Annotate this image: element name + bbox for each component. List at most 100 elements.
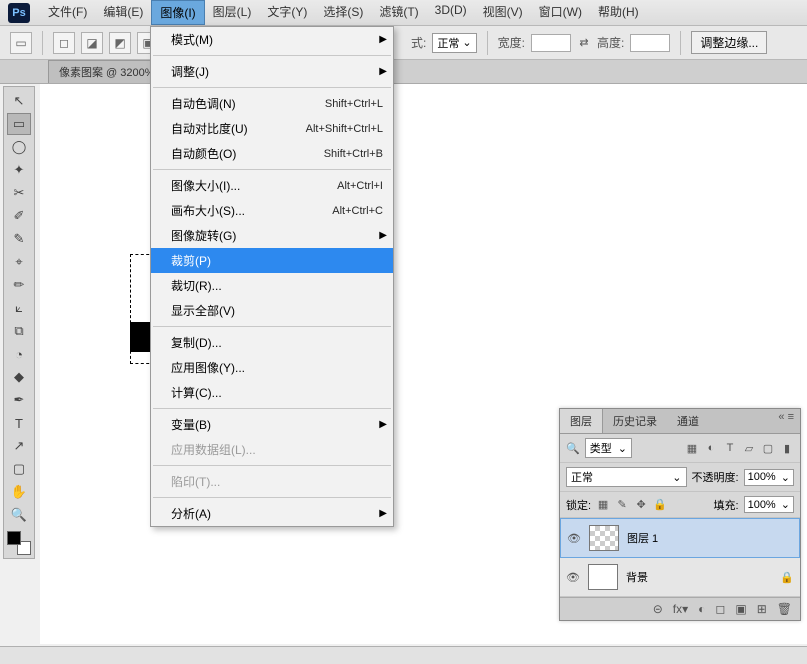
- submenu-arrow-icon: ▶: [379, 34, 387, 45]
- width-input[interactable]: [531, 34, 571, 52]
- color-swatches[interactable]: [7, 531, 31, 555]
- tool-2[interactable]: ◯: [7, 136, 31, 158]
- menu-item-复制[interactable]: 复制(D)...: [151, 330, 393, 355]
- menu-item-画布大小[interactable]: 画布大小(S)...Alt+Ctrl+C: [151, 198, 393, 223]
- tool-16[interactable]: ▢: [7, 458, 31, 480]
- blend-mode-select[interactable]: 正常⌄: [566, 467, 687, 487]
- menu-3d[interactable]: 3D(D): [427, 0, 475, 25]
- tool-10[interactable]: ⧉: [7, 320, 31, 342]
- filter-pixel-icon[interactable]: ▦: [685, 441, 699, 455]
- tool-13[interactable]: ✒: [7, 389, 31, 411]
- lock-all-icon[interactable]: 🔒: [653, 498, 667, 512]
- menu-item-图像大小[interactable]: 图像大小(I)...Alt+Ctrl+I: [151, 173, 393, 198]
- menu-item-显示全部[interactable]: 显示全部(V): [151, 298, 393, 323]
- menu-文件[interactable]: 文件(F): [40, 0, 95, 25]
- menu-图像[interactable]: 图像(I): [151, 0, 204, 25]
- panel-footer-icon[interactable]: ▣: [735, 602, 746, 616]
- panel-footer-icon[interactable]: ◐: [698, 602, 705, 616]
- tool-7[interactable]: ⌖: [7, 251, 31, 273]
- panel-footer-icon[interactable]: ⊞: [757, 602, 767, 616]
- menu-滤镜[interactable]: 滤镜(T): [371, 0, 426, 25]
- tool-18[interactable]: 🔍: [7, 504, 31, 526]
- panel-tab-图层[interactable]: 图层: [560, 409, 603, 433]
- sel-add-icon[interactable]: ◪: [81, 32, 103, 54]
- mode-select[interactable]: 正常 ⌄: [432, 33, 476, 53]
- menu-文字[interactable]: 文字(Y): [259, 0, 315, 25]
- menu-separator: [153, 497, 391, 498]
- menu-item-计算[interactable]: 计算(C)...: [151, 380, 393, 405]
- tool-1[interactable]: ▭: [7, 113, 31, 135]
- marquee-icon[interactable]: ▭: [10, 32, 32, 54]
- menu-item-裁剪[interactable]: 裁剪(P): [151, 248, 393, 273]
- menu-item-分析[interactable]: 分析(A)▶: [151, 501, 393, 526]
- menu-item-自动对比度[interactable]: 自动对比度(U)Alt+Shift+Ctrl+L: [151, 116, 393, 141]
- panel-footer: ⊝ fx▾ ◐ ◻ ▣ ⊞ 🗑: [560, 597, 800, 620]
- layer-filter-row: 🔍 类型 ⌄ ▦ ◐ T ▱ ▢ ▮: [560, 434, 800, 463]
- visibility-icon[interactable]: 👁: [567, 532, 581, 545]
- menu-item-模式[interactable]: 模式(M)▶: [151, 27, 393, 52]
- menu-窗口[interactable]: 窗口(W): [531, 0, 590, 25]
- menu-图层[interactable]: 图层(L): [205, 0, 260, 25]
- tool-6[interactable]: ✎: [7, 228, 31, 250]
- menu-item-裁切[interactable]: 裁切(R)...: [151, 273, 393, 298]
- tool-14[interactable]: T: [7, 412, 31, 434]
- layer-row[interactable]: 👁 图层 1: [560, 518, 800, 558]
- swap-icon[interactable]: ⇄: [577, 36, 591, 50]
- tool-9[interactable]: ⟀: [7, 297, 31, 319]
- tool-11[interactable]: ◔: [7, 343, 31, 365]
- filter-smart-icon[interactable]: ▢: [761, 441, 775, 455]
- opacity-label: 不透明度:: [692, 469, 739, 485]
- image-menu-dropdown: 模式(M)▶ 调整(J)▶ 自动色调(N)Shift+Ctrl+L自动对比度(U)A…: [150, 26, 394, 527]
- search-icon[interactable]: 🔍: [566, 442, 580, 455]
- lock-pos-icon[interactable]: ✥: [634, 498, 648, 512]
- layer-thumbnail[interactable]: [589, 525, 619, 551]
- filter-toggle-icon[interactable]: ▮: [780, 441, 794, 455]
- panel-footer-icon[interactable]: 🗑: [777, 602, 792, 616]
- layer-thumbnail[interactable]: [588, 564, 618, 590]
- menu-item-调整[interactable]: 调整(J)▶: [151, 59, 393, 84]
- menu-编辑[interactable]: 编辑(E): [95, 0, 151, 25]
- lock-paint-icon[interactable]: ✎: [615, 498, 629, 512]
- tool-5[interactable]: ✐: [7, 205, 31, 227]
- sel-sub-icon[interactable]: ◩: [109, 32, 131, 54]
- visibility-icon[interactable]: 👁: [566, 571, 580, 584]
- panel-footer-icon[interactable]: ◻: [715, 602, 725, 616]
- menu-选择[interactable]: 选择(S): [315, 0, 371, 25]
- submenu-arrow-icon: ▶: [379, 230, 387, 241]
- lock-trans-icon[interactable]: ▦: [596, 498, 610, 512]
- menu-item-图像旋转[interactable]: 图像旋转(G)▶: [151, 223, 393, 248]
- menu-item-自动色调[interactable]: 自动色调(N)Shift+Ctrl+L: [151, 91, 393, 116]
- filter-type-icon[interactable]: T: [723, 441, 737, 455]
- layer-name[interactable]: 图层 1: [627, 530, 658, 546]
- layers-panel: 图层历史记录通道 « ≡ 🔍 类型 ⌄ ▦ ◐ T ▱ ▢ ▮ 正常⌄ 不透明度:…: [559, 408, 801, 621]
- panel-footer-icon[interactable]: ⊝: [653, 602, 663, 616]
- menu-item-应用图像[interactable]: 应用图像(Y)...: [151, 355, 393, 380]
- height-input[interactable]: [630, 34, 670, 52]
- tool-0[interactable]: ↖: [7, 90, 31, 112]
- tool-17[interactable]: ✋: [7, 481, 31, 503]
- fill-input[interactable]: 100% ⌄: [744, 496, 794, 513]
- tool-8[interactable]: ✏: [7, 274, 31, 296]
- tool-3[interactable]: ✦: [7, 159, 31, 181]
- filter-adjust-icon[interactable]: ◐: [704, 441, 718, 455]
- menu-item-变量[interactable]: 变量(B)▶: [151, 412, 393, 437]
- opacity-input[interactable]: 100% ⌄: [744, 469, 794, 486]
- layer-name[interactable]: 背景: [626, 569, 648, 585]
- menu-帮助[interactable]: 帮助(H): [590, 0, 647, 25]
- filter-shape-icon[interactable]: ▱: [742, 441, 756, 455]
- filter-type-select[interactable]: 类型 ⌄: [585, 438, 632, 458]
- tool-12[interactable]: ◆: [7, 366, 31, 388]
- mode-label: 式:: [411, 34, 426, 51]
- tool-4[interactable]: ✂: [7, 182, 31, 204]
- tool-15[interactable]: ↗: [7, 435, 31, 457]
- panel-tab-通道[interactable]: 通道: [667, 409, 709, 433]
- layer-row[interactable]: 👁背景🔒: [560, 558, 800, 597]
- panel-tab-历史记录[interactable]: 历史记录: [603, 409, 667, 433]
- panel-menu-icon[interactable]: « ≡: [772, 409, 800, 433]
- refine-edge-button[interactable]: 调整边缘...: [691, 31, 767, 54]
- sel-new-icon[interactable]: ◻: [53, 32, 75, 54]
- menu-item-自动颜色[interactable]: 自动颜色(O)Shift+Ctrl+B: [151, 141, 393, 166]
- panel-footer-icon[interactable]: fx▾: [673, 602, 688, 616]
- document-tab[interactable]: 像素图案 @ 3200%: [48, 60, 166, 83]
- menu-视图[interactable]: 视图(V): [475, 0, 531, 25]
